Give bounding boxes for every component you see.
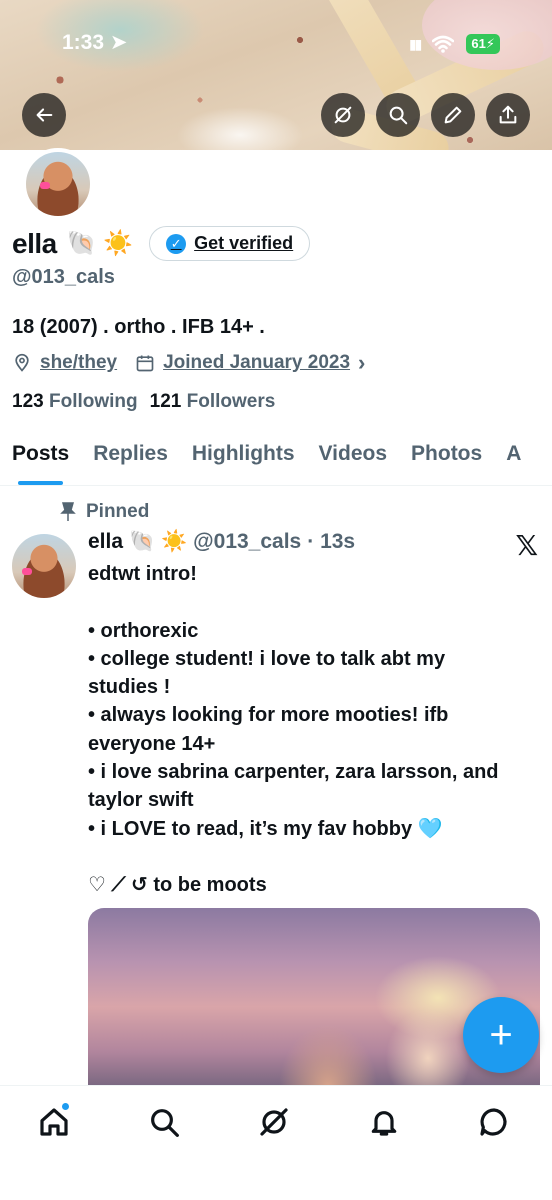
search-icon — [151, 1109, 179, 1137]
calendar-icon — [136, 355, 154, 372]
post-header: ella 🐚 ☀️ @013_cals · 13s — [88, 530, 355, 554]
profile-bio: 18 (2007) . ortho . IFB 14+ . — [12, 316, 265, 338]
pencil-icon — [444, 106, 462, 124]
nav-messages[interactable] — [474, 1102, 514, 1142]
bell-icon — [371, 1111, 397, 1136]
tab-highlights[interactable]: Highlights — [180, 432, 307, 485]
joined-date[interactable]: Joined January 2023 — [163, 352, 350, 374]
grok-icon — [260, 1108, 288, 1136]
battery-indicator: 61⚡ — [466, 34, 500, 54]
profile-name: ella — [12, 227, 57, 259]
bottom-navigation — [0, 1085, 552, 1200]
grok-button[interactable] — [321, 93, 365, 137]
share-icon — [499, 105, 517, 124]
followers-link[interactable]: 121 Followers — [150, 391, 276, 413]
pin-icon — [60, 502, 76, 521]
name-emojis: 🐚 ☀️ — [66, 230, 134, 257]
x-logo-icon: 𝕏 — [515, 529, 538, 562]
pronouns-link[interactable]: she/they — [40, 352, 117, 374]
profile-avatar[interactable] — [22, 148, 94, 220]
search-icon — [389, 106, 408, 125]
location-arrow-icon: ➤ — [109, 31, 128, 54]
post-body: edtwt intro! • orthorexic • college stud… — [88, 563, 499, 897]
notification-dot — [61, 1102, 70, 1111]
tab-more[interactable]: A — [494, 432, 533, 485]
post-avatar[interactable] — [12, 534, 76, 598]
message-icon — [480, 1108, 507, 1136]
post-author-name[interactable]: ella — [88, 530, 123, 554]
chevron-right-icon[interactable]: › — [358, 350, 365, 376]
compose-button[interactable]: + — [463, 997, 539, 1073]
nav-home[interactable] — [34, 1102, 74, 1142]
profile-tabs: Posts Replies Highlights Videos Photos A — [0, 432, 552, 486]
plus-icon: + — [489, 1013, 513, 1057]
post-time: · 13s — [307, 530, 356, 553]
location-pin-icon — [15, 353, 29, 372]
share-button[interactable] — [486, 93, 530, 137]
post-author-handle[interactable]: @013_cals — [193, 530, 301, 554]
tab-replies[interactable]: Replies — [81, 432, 180, 485]
post-author-emojis: 🐚 ☀️ — [129, 530, 188, 553]
back-button[interactable] — [22, 93, 66, 137]
back-arrow-icon — [36, 108, 53, 122]
signal-icon: ▮▮ — [408, 35, 422, 52]
get-verified-label: Get verified — [194, 233, 294, 253]
status-time: 1:33 ➤ — [62, 31, 128, 54]
nav-notifications[interactable] — [364, 1102, 404, 1142]
nav-grok[interactable] — [254, 1102, 294, 1142]
verified-badge-icon: ✓ — [166, 233, 187, 254]
pinned-indicator: Pinned — [60, 501, 149, 523]
edit-button[interactable] — [431, 93, 475, 137]
grok-icon — [334, 106, 352, 124]
tab-videos[interactable]: Videos — [307, 432, 399, 485]
get-verified-button[interactable]: ✓ Get verified — [149, 226, 311, 261]
tab-posts[interactable]: Posts — [0, 432, 81, 485]
profile-handle: @013_cals — [12, 266, 115, 288]
wifi-icon — [432, 35, 455, 53]
post-media-image[interactable] — [88, 908, 540, 1088]
tab-photos[interactable]: Photos — [399, 432, 494, 485]
following-link[interactable]: 123 Following — [12, 391, 138, 413]
status-bar: 1:33 ➤ ▮▮ 61⚡ — [0, 28, 552, 64]
search-button[interactable] — [376, 93, 420, 137]
nav-search[interactable] — [144, 1102, 184, 1142]
